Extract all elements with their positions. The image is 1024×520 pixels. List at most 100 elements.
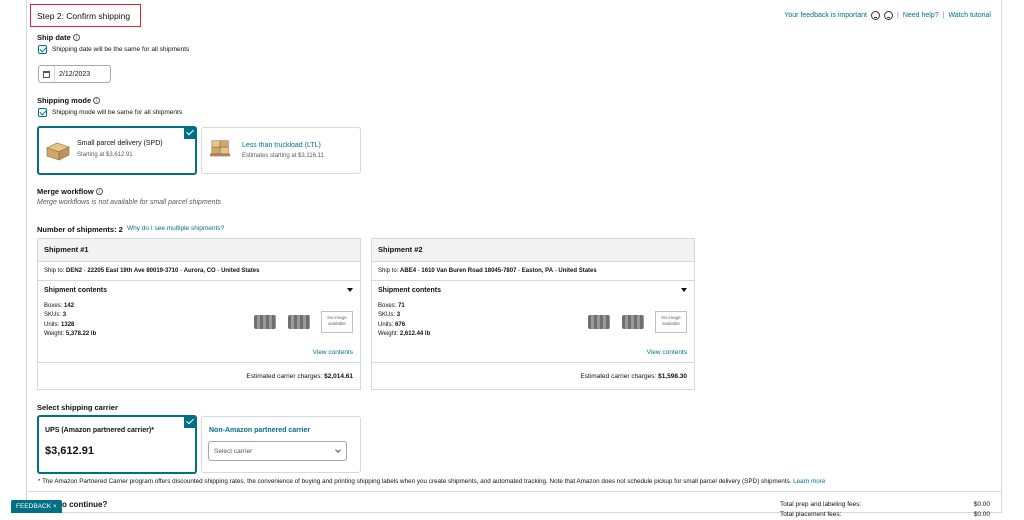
- ship-to-code: DEN2: [66, 268, 83, 274]
- no-image-placeholder: No image available: [655, 311, 687, 333]
- mode-title: Less than truckload (LTL): [242, 142, 321, 149]
- checkbox-icon[interactable]: [38, 108, 47, 117]
- step-title: Step 2: Confirm shipping: [30, 4, 141, 27]
- charges-label: Estimated carrier charges:: [580, 373, 657, 380]
- pallet-icon: [210, 140, 231, 157]
- ship-date-input[interactable]: 2/12/2023: [38, 65, 111, 83]
- mode-subtitle: Starting at $3,612.91: [77, 152, 133, 158]
- estimated-charges: Estimated carrier charges: $2,014.61: [246, 373, 353, 380]
- select-carrier-label: Select shipping carrier: [37, 403, 118, 412]
- product-thumbnail[interactable]: [254, 315, 276, 329]
- feedback-link[interactable]: Your feedback is important: [784, 12, 867, 19]
- info-icon[interactable]: i: [93, 97, 101, 104]
- carrier-name: UPS (Amazon partnered carrier)*: [45, 427, 154, 434]
- mode-subtitle: Estimates starting at $3,116.11: [242, 153, 324, 159]
- charges-value: $1,598.30: [658, 373, 687, 380]
- ship-to-line: Ship to: DEN2 - 22205 East 19th Ave 8001…: [38, 262, 360, 281]
- no-image-placeholder: No image available: [321, 311, 353, 333]
- total-placement-fees-label: Total placement fees:: [780, 511, 842, 518]
- footnote-text: * The Amazon Partnered Carrier program o…: [38, 478, 792, 485]
- merge-workflow-label: Merge workflow i: [37, 187, 103, 196]
- product-thumbnail[interactable]: [588, 315, 610, 329]
- shipping-mode-label: Shipping mode i: [37, 96, 101, 105]
- selected-check-icon: [184, 127, 196, 139]
- units-label: Units:: [44, 321, 60, 328]
- weight-value: 2,612.44 lb: [399, 330, 431, 337]
- total-prep-fees-label: Total prep and labeling fees:: [780, 501, 862, 508]
- continue-question: o continue?: [62, 500, 108, 509]
- mode-option-ltl[interactable]: Less than truckload (LTL) Estimates star…: [201, 127, 361, 174]
- boxes-value: 71: [398, 303, 405, 309]
- weight-label: Weight:: [378, 330, 399, 337]
- ship-date-same-checkbox-row[interactable]: Shipping date will be the same for all s…: [38, 45, 189, 54]
- view-contents-link[interactable]: View contents: [313, 349, 353, 356]
- view-contents-link[interactable]: View contents: [647, 349, 687, 356]
- charges-label: Estimated carrier charges:: [246, 373, 323, 380]
- skus-value: 3: [396, 312, 401, 319]
- shipment-stats: Boxes: 142 SKUs: 3 Units: 1328 Weight: 5…: [44, 302, 96, 339]
- why-multiple-shipments-link[interactable]: Why do I see multiple shipments?: [127, 225, 224, 232]
- feedback-tab[interactable]: FEEDBACK ×: [11, 500, 62, 513]
- ship-to-city: Easton, PA: [521, 268, 554, 274]
- weight-value: 5,378.22 lb: [65, 330, 97, 337]
- ship-to-label: Ship to:: [378, 268, 399, 274]
- ship-date-label-text: Ship date: [37, 33, 71, 42]
- smiley-sad-icon[interactable]: [883, 11, 893, 20]
- weight-label: Weight:: [44, 330, 65, 337]
- shipment-contents: Shipment contents Boxes: 71 SKUs: 3 Unit…: [372, 281, 694, 363]
- carrier-option-ups[interactable]: UPS (Amazon partnered carrier)* $3,612.9…: [37, 415, 197, 474]
- need-help-link[interactable]: Need help?: [903, 12, 939, 19]
- info-icon[interactable]: i: [95, 188, 103, 195]
- checkbox-icon[interactable]: [38, 45, 47, 54]
- ship-to-country: United States: [558, 268, 597, 274]
- watch-tutorial-link[interactable]: Watch tutorial: [948, 12, 991, 19]
- smiley-happy-icon[interactable]: [870, 11, 880, 20]
- shipping-mode-label-text: Shipping mode: [37, 96, 92, 105]
- shipping-mode-same-checkbox-row[interactable]: Shipping mode will be same for all shipm…: [38, 108, 182, 117]
- shipment-stats: Boxes: 71 SKUs: 3 Units: 676 Weight: 2,6…: [378, 302, 430, 339]
- units-label: Units:: [378, 321, 394, 328]
- separator: |: [896, 12, 899, 19]
- divider: [26, 491, 1002, 492]
- learn-more-link[interactable]: Learn more: [793, 478, 825, 485]
- separator: |: [942, 12, 945, 19]
- shipment-card-1: Shipment #1 Ship to: DEN2 - 22205 East 1…: [37, 238, 361, 390]
- shipments-count-label: Number of shipments: 2: [37, 225, 123, 234]
- chevron-down-icon[interactable]: [681, 288, 687, 292]
- boxes-value: 142: [64, 303, 75, 309]
- ship-to-city: Aurora, CO: [183, 268, 216, 274]
- merge-workflow-label-text: Merge workflow: [37, 187, 94, 196]
- carrier-select-placeholder: Select carrier: [214, 448, 253, 455]
- close-icon[interactable]: ×: [53, 503, 57, 510]
- product-thumbnail[interactable]: [288, 315, 310, 329]
- estimated-charges: Estimated carrier charges: $1,598.30: [580, 373, 687, 380]
- carrier-name: Non-Amazon partnered carrier: [209, 427, 311, 434]
- chevron-down-icon[interactable]: [347, 288, 353, 292]
- ship-to-label: Ship to:: [44, 268, 65, 274]
- ship-date-same-label: Shipping date will be the same for all s…: [52, 46, 190, 53]
- units-value: 1328: [61, 321, 75, 328]
- boxes-label: Boxes:: [378, 303, 397, 309]
- total-prep-fees-value: $0.00: [973, 501, 990, 508]
- shipment-title: Shipment #2: [372, 239, 694, 262]
- shipments-count-text: Number of shipments: 2: [37, 225, 123, 234]
- carrier-select[interactable]: Select carrier: [208, 441, 347, 461]
- boxes-label: Boxes:: [44, 303, 63, 309]
- carrier-price: $3,612.91: [45, 445, 94, 457]
- calendar-button[interactable]: [39, 66, 55, 82]
- shipping-mode-same-label: Shipping mode will be same for all shipm…: [52, 109, 183, 116]
- mode-title: Small parcel delivery (SPD): [77, 140, 163, 147]
- skus-value: 3: [62, 312, 67, 319]
- ship-to-address: 22205 East 19th Ave 80019-3710: [87, 268, 179, 274]
- selected-check-icon: [184, 416, 196, 428]
- shipment-card-2: Shipment #2 Ship to: ABE4 - 1610 Van Bur…: [371, 238, 695, 390]
- ship-to-line: Ship to: ABE4 - 1610 Van Buren Road 1804…: [372, 262, 694, 281]
- info-icon[interactable]: i: [72, 34, 80, 41]
- product-thumbnail[interactable]: [622, 315, 644, 329]
- contents-title: Shipment contents: [378, 287, 442, 294]
- shipment-contents: Shipment contents Boxes: 142 SKUs: 3 Uni…: [38, 281, 360, 363]
- fee-totals: Total prep and labeling fees: $0.00 Total…: [780, 500, 990, 520]
- mode-option-spd[interactable]: Small parcel delivery (SPD) Starting at …: [37, 126, 197, 175]
- charges-value: $2,014.61: [324, 373, 353, 380]
- chevron-down-icon: [335, 447, 341, 453]
